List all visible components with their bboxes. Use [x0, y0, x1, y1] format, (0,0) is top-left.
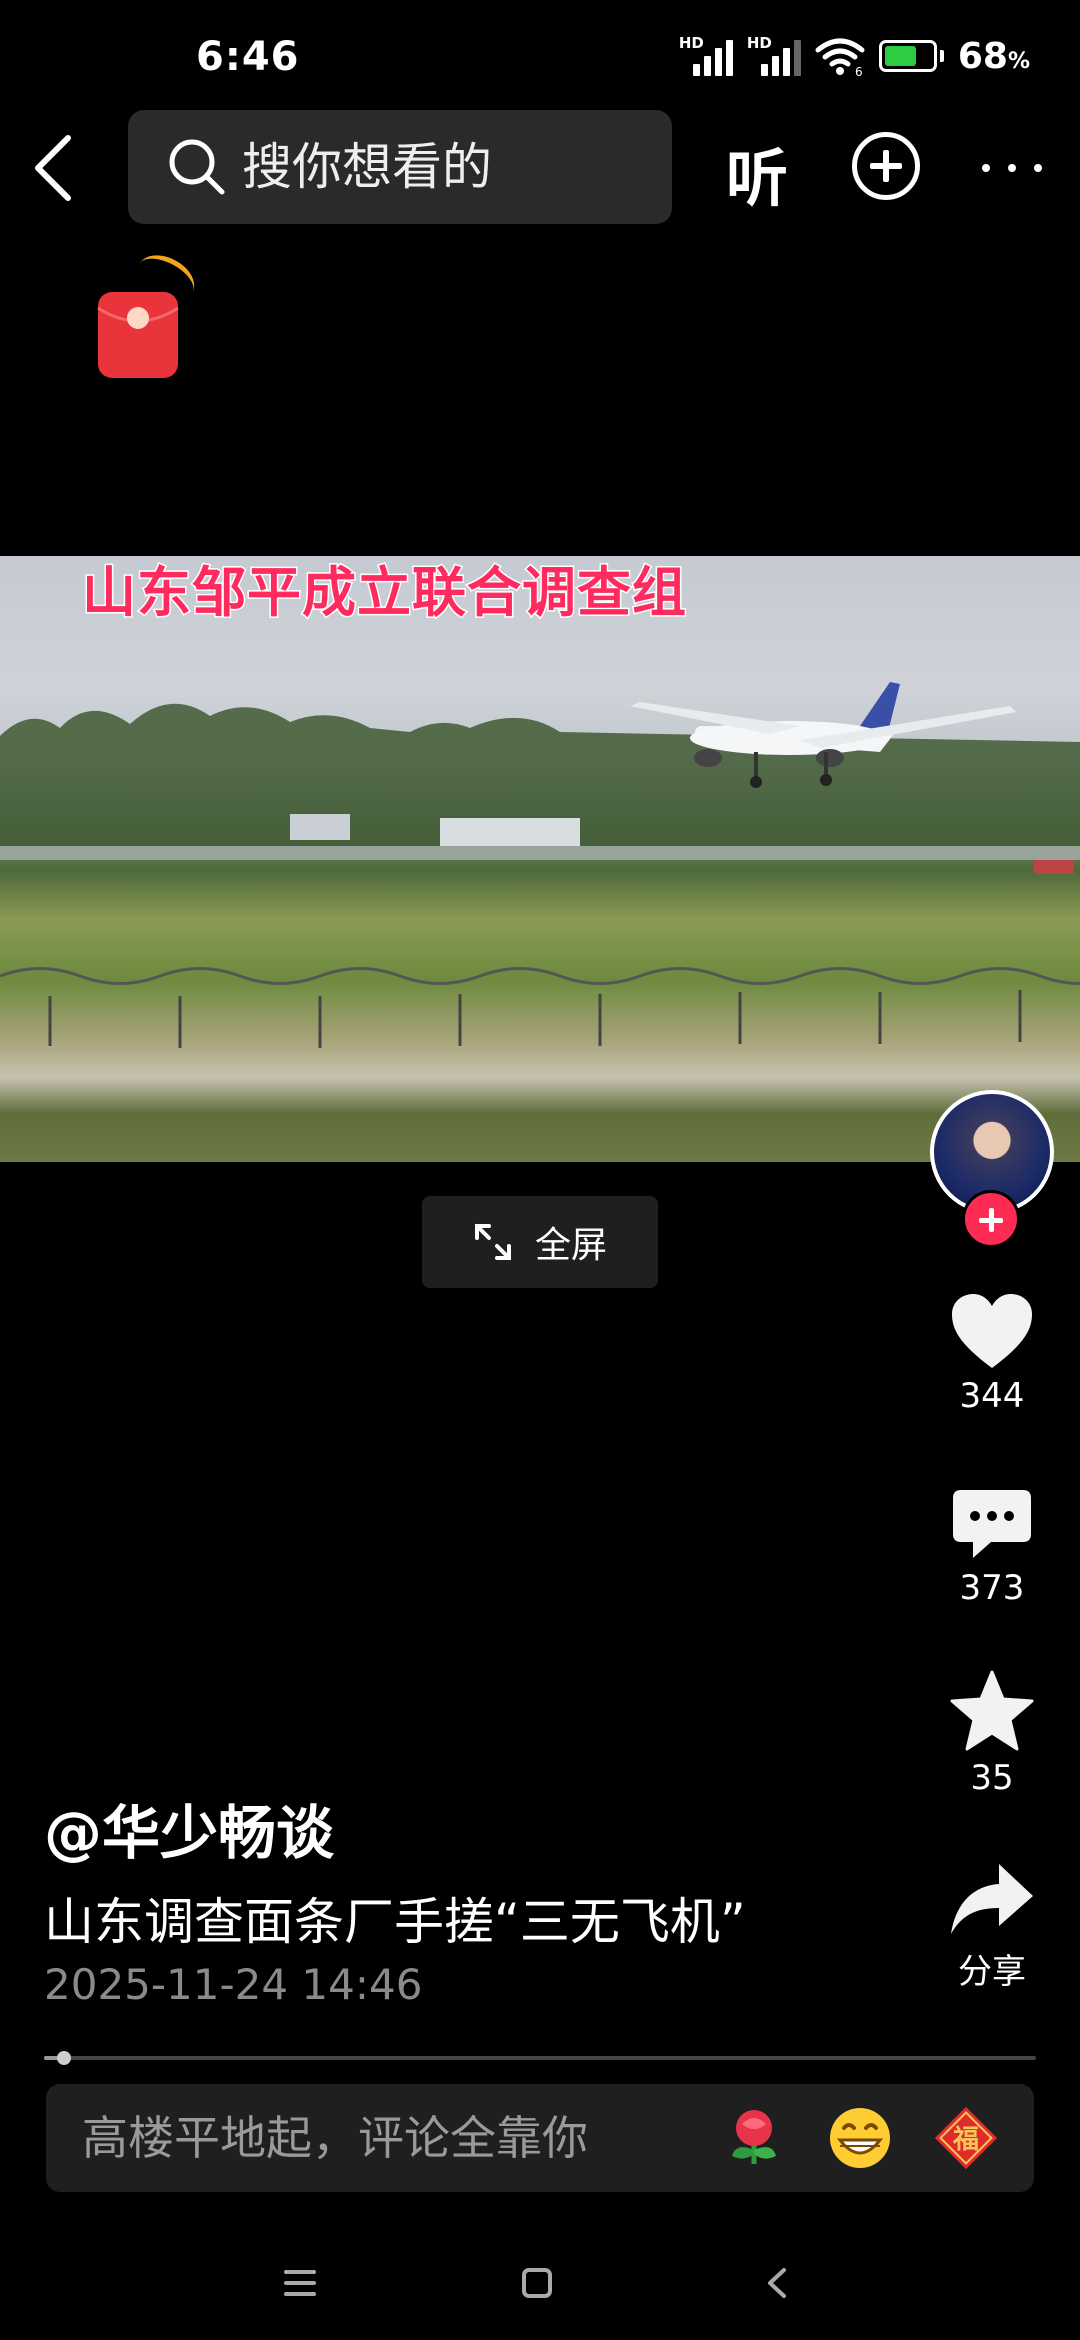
author-name[interactable]: @华少畅谈 [44, 1786, 334, 1870]
video-caption: 山东邹平成立联合调查组 [81, 560, 688, 626]
share-label: 分享 [958, 1952, 1026, 1992]
signal-icon: HD [678, 34, 733, 76]
fullscreen-button[interactable]: 全屏 [422, 1196, 658, 1288]
back-arrow-icon[interactable] [28, 130, 78, 206]
comment-input[interactable] [82, 2106, 682, 2170]
share-button[interactable]: 分享 [930, 1862, 1054, 1993]
back-icon[interactable] [762, 2266, 792, 2300]
heart-icon [952, 1294, 1032, 1368]
post-date: 2025-11-24 14:46 [44, 1960, 423, 2009]
comment-bar[interactable]: 福 [46, 2084, 1034, 2192]
progress-knob[interactable] [56, 2051, 71, 2065]
svg-text:福: 福 [952, 2125, 979, 2155]
grin-emoji[interactable] [826, 2104, 894, 2172]
video-scene [0, 682, 1080, 1048]
fu-emoji[interactable]: 福 [932, 2104, 1000, 2172]
star-icon [950, 1670, 1034, 1751]
post-description[interactable]: 山东调查面条厂手搓“三无飞机” [44, 1882, 746, 1954]
comment-icon [953, 1490, 1031, 1558]
share-arrow-icon [951, 1864, 1033, 1934]
search-icon [169, 139, 225, 195]
red-packet-icon[interactable] [94, 256, 182, 382]
favorite-count: 35 [970, 1758, 1014, 1798]
like-count: 344 [959, 1376, 1025, 1416]
listen-button[interactable]: 听 [726, 128, 788, 218]
signal-icon-2: HD [746, 34, 801, 76]
search-input[interactable] [242, 138, 642, 196]
expand-icon [474, 1224, 511, 1260]
plus-circle-icon[interactable] [852, 132, 920, 200]
rose-emoji[interactable] [720, 2104, 788, 2172]
status-time: 6:46 [196, 34, 300, 80]
comment-count: 373 [959, 1568, 1025, 1608]
video-progress-bar[interactable] [44, 2051, 1036, 2065]
home-icon[interactable] [522, 2268, 552, 2298]
fullscreen-label: 全屏 [534, 1225, 607, 1266]
wifi-icon: 6 [815, 38, 865, 76]
system-nav-bar [0, 2220, 1080, 2340]
video-frame[interactable] [0, 556, 1080, 1162]
battery-icon [878, 40, 944, 72]
battery-percent: 68% [957, 35, 1030, 77]
more-dots-icon[interactable] [982, 148, 1042, 188]
follow-button[interactable] [962, 1190, 1020, 1248]
like-button[interactable]: 344 [930, 1292, 1054, 1416]
hd-label-2: HD [746, 34, 772, 52]
status-bar: 6:46 HD HD 6 68% [0, 0, 1080, 110]
hd-label: HD [678, 34, 704, 52]
favorite-button[interactable]: 35 [930, 1670, 1054, 1798]
svg-text:6: 6 [855, 65, 863, 76]
comment-button[interactable]: 373 [930, 1488, 1054, 1608]
status-icons: HD HD 6 68% [679, 30, 1030, 82]
menu-icon[interactable] [284, 2270, 316, 2296]
search-box[interactable] [128, 110, 672, 224]
